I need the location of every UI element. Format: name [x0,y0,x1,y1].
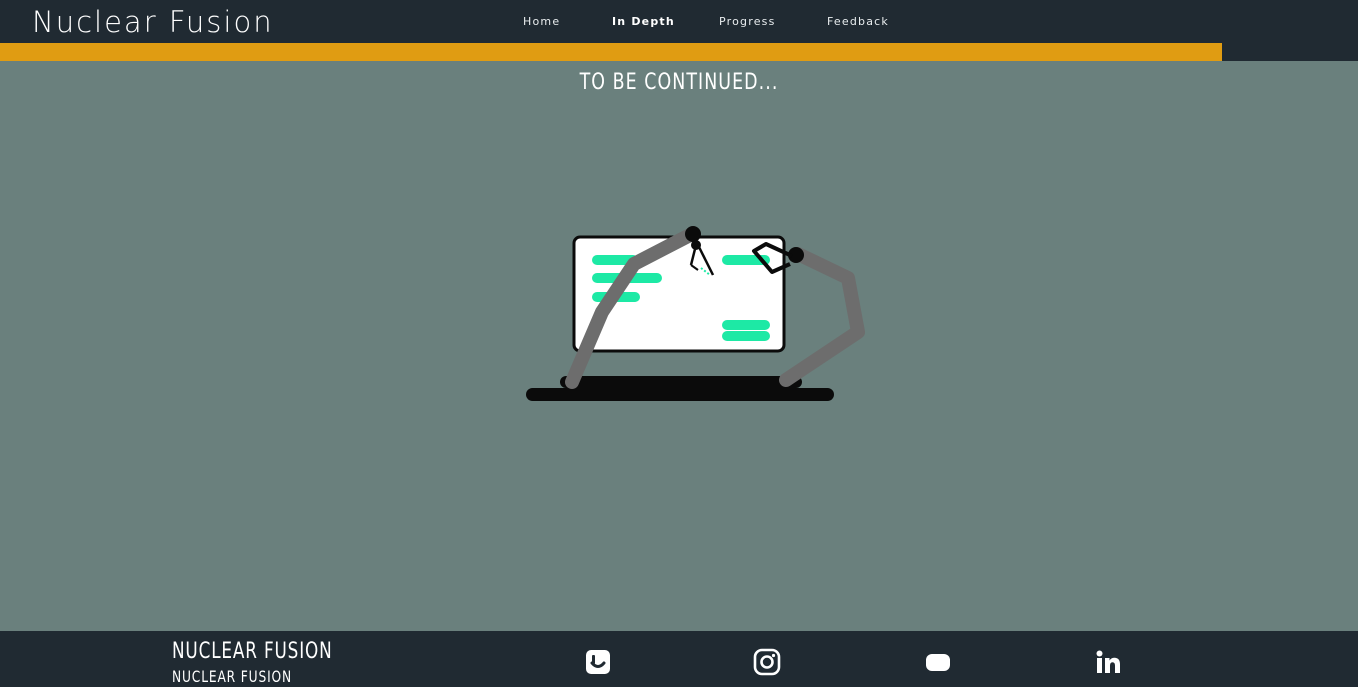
page: Nuclear Fusion Home In Depth Progress Fe… [0,0,1358,687]
nav-in-depth[interactable]: In Depth [612,14,675,30]
robot-arms-building-webpage-illustration [520,220,870,410]
skype-icon[interactable] [584,648,612,676]
instagram-icon[interactable] [753,648,781,676]
youtube-icon[interactable] [924,648,952,676]
site-header: Nuclear Fusion Home In Depth Progress Fe… [0,0,1358,61]
footer-title: NUCLEAR FUSION [172,639,333,664]
nav-feedback[interactable]: Feedback [827,14,889,30]
nav-home[interactable]: Home [523,14,560,30]
nav-progress[interactable]: Progress [719,14,776,30]
linkedin-icon[interactable] [1094,648,1122,676]
main-nav: Home In Depth Progress Feedback [0,14,1358,30]
site-footer: NUCLEAR FUSION NUCLEAR FUSION [0,631,1358,687]
footer-subtitle: NUCLEAR FUSION [172,667,293,686]
scroll-progress-bar [0,43,1358,61]
scroll-progress-fill [0,43,1223,61]
page-title: TO BE CONTINUED... [579,70,779,95]
